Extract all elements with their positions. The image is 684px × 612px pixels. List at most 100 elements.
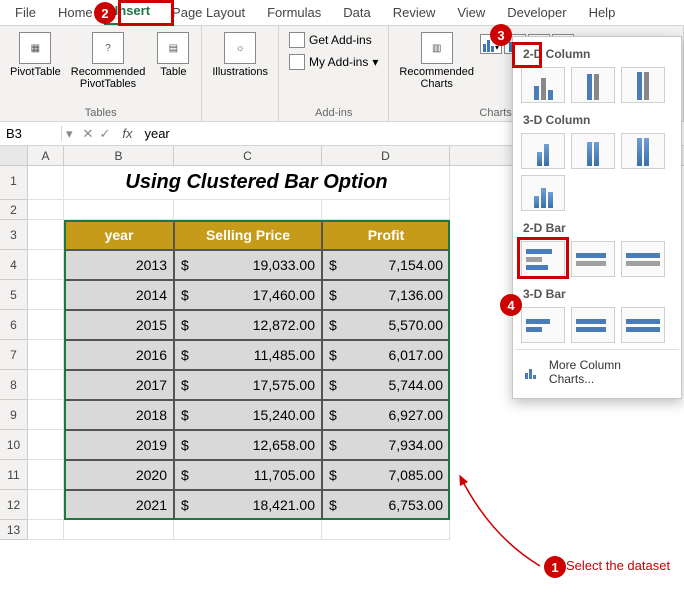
row-header-1[interactable]: 1 xyxy=(0,166,28,200)
stacked-bar-3d-option[interactable] xyxy=(571,307,615,343)
cell-profit[interactable]: $6,017.00 xyxy=(322,340,450,370)
table-icon: ▤ xyxy=(157,32,189,64)
cell-profit[interactable]: $6,927.00 xyxy=(322,400,450,430)
gallery-heading-2d-bar: 2-D Bar xyxy=(523,221,679,235)
column-chart-icon xyxy=(525,365,541,379)
cell-profit[interactable]: $7,136.00 xyxy=(322,280,450,310)
more-column-charts-link[interactable]: More Column Charts... xyxy=(515,349,679,394)
tab-data[interactable]: Data xyxy=(332,2,381,25)
cell-year[interactable]: 2018 xyxy=(64,400,174,430)
recommended-pivot-icon: ? xyxy=(92,32,124,64)
header-profit[interactable]: Profit xyxy=(322,220,450,250)
tab-review[interactable]: Review xyxy=(382,2,447,25)
cancel-icon[interactable]: ✕ xyxy=(83,126,94,142)
cell-year[interactable]: 2013 xyxy=(64,250,174,280)
callout-number-3: 3 xyxy=(490,24,512,46)
col-header-d[interactable]: D xyxy=(322,146,450,165)
tab-page-layout[interactable]: Page Layout xyxy=(161,2,256,25)
row-header-10[interactable]: 10 xyxy=(0,430,28,460)
name-box[interactable]: B3 xyxy=(0,126,62,141)
col-header-c[interactable]: C xyxy=(174,146,322,165)
title-cell[interactable]: Using Clustered Bar Option xyxy=(64,166,450,200)
cell-price[interactable]: $12,658.00 xyxy=(174,430,322,460)
stacked100-bar-option[interactable] xyxy=(621,241,665,277)
enter-icon[interactable]: ✓ xyxy=(99,126,110,142)
header-year[interactable]: year xyxy=(64,220,174,250)
group-label-illus xyxy=(208,117,272,121)
fx-icon[interactable]: fx xyxy=(116,126,138,141)
cell-year[interactable]: 2015 xyxy=(64,310,174,340)
stacked100-column-option[interactable] xyxy=(621,67,665,103)
tab-help[interactable]: Help xyxy=(578,2,627,25)
cell-year[interactable]: 2014 xyxy=(64,280,174,310)
cell-price[interactable]: $19,033.00 xyxy=(174,250,322,280)
cell-profit[interactable]: $6,753.00 xyxy=(322,490,450,520)
row-header-7[interactable]: 7 xyxy=(0,340,28,370)
gallery-heading-3d-column: 3-D Column xyxy=(523,113,679,127)
tab-formulas[interactable]: Formulas xyxy=(256,2,332,25)
recommended-charts-icon: ▥ xyxy=(421,32,453,64)
row-header-11[interactable]: 11 xyxy=(0,460,28,490)
row-header-8[interactable]: 8 xyxy=(0,370,28,400)
cell-price[interactable]: $15,240.00 xyxy=(174,400,322,430)
cell-year[interactable]: 2017 xyxy=(64,370,174,400)
recommended-charts-button[interactable]: ▥Recommended Charts xyxy=(395,30,478,92)
recommended-pivottables-button[interactable]: ?Recommended PivotTables xyxy=(67,30,150,92)
cell-price[interactable]: $11,485.00 xyxy=(174,340,322,370)
col-header-b[interactable]: B xyxy=(64,146,174,165)
cell-price[interactable]: $11,705.00 xyxy=(174,460,322,490)
gallery-heading-3d-bar: 3-D Bar xyxy=(523,287,679,301)
stacked100-bar-3d-option[interactable] xyxy=(621,307,665,343)
row-header-12[interactable]: 12 xyxy=(0,490,28,520)
select-all-corner[interactable] xyxy=(0,146,28,165)
clustered-bar-option[interactable] xyxy=(521,241,565,277)
tab-file[interactable]: File xyxy=(4,2,47,25)
stacked-column-3d-option[interactable] xyxy=(571,133,615,169)
cell-profit[interactable]: $5,570.00 xyxy=(322,310,450,340)
clustered-column-3d-option[interactable] xyxy=(521,133,565,169)
clustered-bar-3d-option[interactable] xyxy=(521,307,565,343)
row-header-2[interactable]: 2 xyxy=(0,200,28,220)
cell-profit[interactable]: $7,154.00 xyxy=(322,250,450,280)
row-header-9[interactable]: 9 xyxy=(0,400,28,430)
namebox-dropdown-icon[interactable]: ▾ xyxy=(62,126,77,142)
row-header-6[interactable]: 6 xyxy=(0,310,28,340)
col-header-a[interactable]: A xyxy=(28,146,64,165)
illustrations-button[interactable]: ☼Illustrations xyxy=(208,30,272,80)
clustered-column-option[interactable] xyxy=(521,67,565,103)
stacked-column-option[interactable] xyxy=(571,67,615,103)
group-label-addins: Add-ins xyxy=(285,105,382,121)
group-illustrations: ☼Illustrations xyxy=(202,26,279,121)
get-addins-button[interactable]: Get Add-ins xyxy=(285,30,382,50)
tab-developer[interactable]: Developer xyxy=(496,2,577,25)
row-header-4[interactable]: 4 xyxy=(0,250,28,280)
cell-price[interactable]: $18,421.00 xyxy=(174,490,322,520)
tab-view[interactable]: View xyxy=(446,2,496,25)
cell-price[interactable]: $17,575.00 xyxy=(174,370,322,400)
cell-year[interactable]: 2019 xyxy=(64,430,174,460)
illustrations-icon: ☼ xyxy=(224,32,256,64)
pivottable-button[interactable]: ▦PivotTable xyxy=(6,30,65,92)
row-header-13[interactable]: 13 xyxy=(0,520,28,540)
cell-profit[interactable]: $7,934.00 xyxy=(322,430,450,460)
cell-year[interactable]: 2020 xyxy=(64,460,174,490)
cell-profit[interactable]: $7,085.00 xyxy=(322,460,450,490)
cell-price[interactable]: $12,872.00 xyxy=(174,310,322,340)
cell-year[interactable]: 2021 xyxy=(64,490,174,520)
stacked-bar-option[interactable] xyxy=(571,241,615,277)
person-icon xyxy=(289,54,305,70)
stacked100-column-3d-option[interactable] xyxy=(621,133,665,169)
header-price[interactable]: Selling Price xyxy=(174,220,322,250)
cell-profit[interactable]: $5,744.00 xyxy=(322,370,450,400)
annotation-select-dataset: Select the dataset xyxy=(566,558,670,573)
row-header-5[interactable]: 5 xyxy=(0,280,28,310)
my-addins-button[interactable]: My Add-ins▾ xyxy=(285,52,382,72)
row-header-3[interactable]: 3 xyxy=(0,220,28,250)
chart-gallery-dropdown: 2-D Column 3-D Column 2-D Bar 3-D Bar Mo… xyxy=(512,36,682,399)
cell-year[interactable]: 2016 xyxy=(64,340,174,370)
cell-price[interactable]: $17,460.00 xyxy=(174,280,322,310)
table-button[interactable]: ▤Table xyxy=(151,30,195,92)
column-3d-option[interactable] xyxy=(521,175,565,211)
gallery-heading-2d-column: 2-D Column xyxy=(523,47,679,61)
callout-number-2: 2 xyxy=(94,2,116,24)
